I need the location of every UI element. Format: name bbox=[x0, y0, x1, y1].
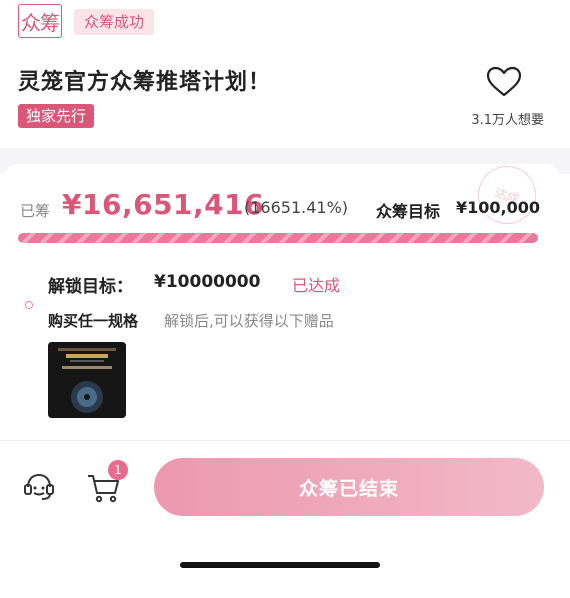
home-indicator bbox=[180, 562, 380, 568]
unlock-status: 已达成 bbox=[292, 276, 341, 295]
buy-any-spec-label: 购买任一规格 bbox=[48, 312, 139, 330]
crowdfunding-logo: 众筹 bbox=[18, 4, 62, 38]
wants-count: 3.1万人想要 bbox=[471, 113, 544, 128]
crowdfunding-ended-button[interactable]: 众筹已结束 bbox=[154, 458, 544, 516]
page-title: 灵笼官方众筹推塔计划！ bbox=[18, 70, 272, 95]
timeline-dot bbox=[25, 301, 33, 309]
funding-progress-bar bbox=[18, 233, 538, 243]
cd-album-cover bbox=[48, 342, 126, 418]
heart-icon[interactable] bbox=[486, 66, 522, 98]
raised-percent: (16651.41%) bbox=[244, 198, 349, 217]
cart-count-badge: 1 bbox=[108, 460, 128, 480]
unlock-target-label: 解锁目标： bbox=[48, 277, 133, 297]
customer-service-icon[interactable] bbox=[22, 470, 56, 504]
status-badge: 众筹成功 bbox=[74, 9, 155, 35]
gift-description: 解锁后,可以获得以下赠品 bbox=[164, 312, 334, 330]
unlock-target-value: ¥10000000 bbox=[154, 272, 261, 292]
exclusive-badge: 独家先行 bbox=[18, 104, 95, 128]
funding-progress-fill bbox=[18, 233, 538, 243]
raised-amount: ¥16,651,416 bbox=[62, 188, 265, 221]
goal-label: 众筹目标 bbox=[376, 202, 441, 221]
bottom-bar-divider bbox=[0, 440, 570, 441]
gift-thumbnail[interactable] bbox=[48, 342, 126, 418]
raised-label: 已筹 bbox=[20, 202, 51, 220]
goal-amount: ¥100,000 bbox=[456, 198, 541, 217]
